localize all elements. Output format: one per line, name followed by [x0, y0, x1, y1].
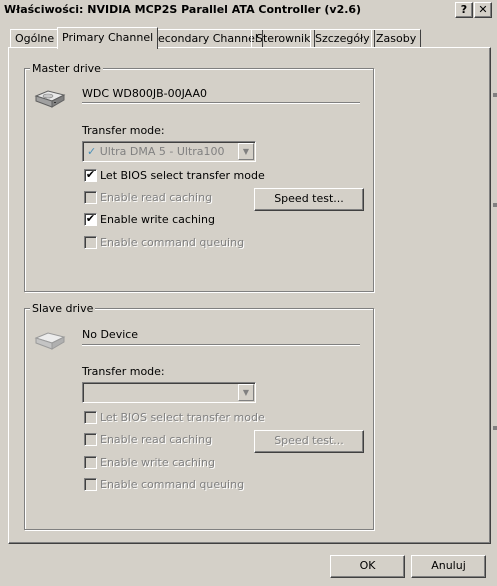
edge-mark — [493, 93, 497, 97]
slave-speed-test-button[interactable]: Speed test... — [254, 430, 364, 453]
slave-device-name: No Device — [82, 328, 139, 341]
master-drive-legend: Master drive — [30, 62, 103, 75]
slave-read-caching-label: Enable read caching — [100, 433, 213, 446]
master-speed-test-label: Speed test... — [274, 192, 344, 205]
master-transfer-mode-select[interactable]: ✓ Ultra DMA 5 - Ultra100 ▼ — [82, 141, 256, 162]
cancel-button[interactable]: Anuluj — [411, 555, 486, 578]
edge-mark — [493, 203, 497, 207]
help-button[interactable]: ? — [455, 2, 473, 18]
slave-transfer-mode-label: Transfer mode: — [82, 365, 165, 378]
hard-drive-icon — [34, 332, 66, 350]
title-bar: Właściwości: NVIDIA MCP2S Parallel ATA C… — [0, 0, 497, 20]
slave-command-queuing-label: Enable command queuing — [100, 478, 245, 491]
slave-transfer-mode-select[interactable]: ▼ — [82, 382, 256, 403]
master-read-caching-checkbox[interactable] — [84, 191, 97, 204]
slave-separator — [82, 344, 360, 346]
master-let-bios-label: Let BIOS select transfer mode — [100, 169, 265, 182]
master-separator — [82, 102, 360, 104]
master-command-queuing-label: Enable command queuing — [100, 236, 245, 249]
tab-details[interactable]: Szczegóły — [310, 29, 375, 48]
tab-secondary-channel[interactable]: Secondary Channel — [146, 29, 263, 48]
chevron-down-icon[interactable]: ▼ — [238, 384, 254, 401]
slave-let-bios-checkbox[interactable] — [84, 411, 97, 424]
master-write-caching-checkbox[interactable]: ✔ — [84, 213, 97, 226]
chevron-down-icon[interactable]: ▼ — [238, 143, 254, 160]
master-device-name: WDC WD800JB-00JAA0 — [82, 87, 208, 100]
ok-button[interactable]: OK — [330, 555, 405, 578]
tab-general[interactable]: Ogólne — [10, 29, 60, 48]
slave-write-caching-checkbox[interactable] — [84, 456, 97, 469]
slave-command-queuing-checkbox[interactable] — [84, 478, 97, 491]
master-read-caching-label: Enable read caching — [100, 191, 213, 204]
close-button[interactable]: ✕ — [474, 2, 492, 18]
master-speed-test-button[interactable]: Speed test... — [254, 188, 364, 211]
edge-mark — [493, 426, 497, 430]
tab-primary-channel[interactable]: Primary Channel — [57, 27, 159, 49]
tab-driver[interactable]: Sterownik — [251, 29, 316, 48]
hard-drive-icon — [34, 90, 66, 108]
checkmark-icon: ✓ — [87, 145, 97, 158]
master-write-caching-label: Enable write caching — [100, 213, 215, 226]
window-title: Właściwości: NVIDIA MCP2S Parallel ATA C… — [4, 3, 362, 16]
slave-write-caching-label: Enable write caching — [100, 456, 215, 469]
master-transfer-mode-value: Ultra DMA 5 - Ultra100 — [99, 145, 225, 158]
master-command-queuing-checkbox[interactable] — [84, 236, 97, 249]
master-let-bios-checkbox[interactable]: ✔ — [84, 169, 97, 182]
slave-drive-legend: Slave drive — [30, 302, 96, 315]
slave-read-caching-checkbox[interactable] — [84, 433, 97, 446]
tab-resources[interactable]: Zasoby — [371, 29, 422, 48]
slave-speed-test-label: Speed test... — [274, 434, 344, 447]
master-transfer-mode-label: Transfer mode: — [82, 124, 165, 137]
slave-let-bios-label: Let BIOS select transfer mode — [100, 411, 265, 424]
